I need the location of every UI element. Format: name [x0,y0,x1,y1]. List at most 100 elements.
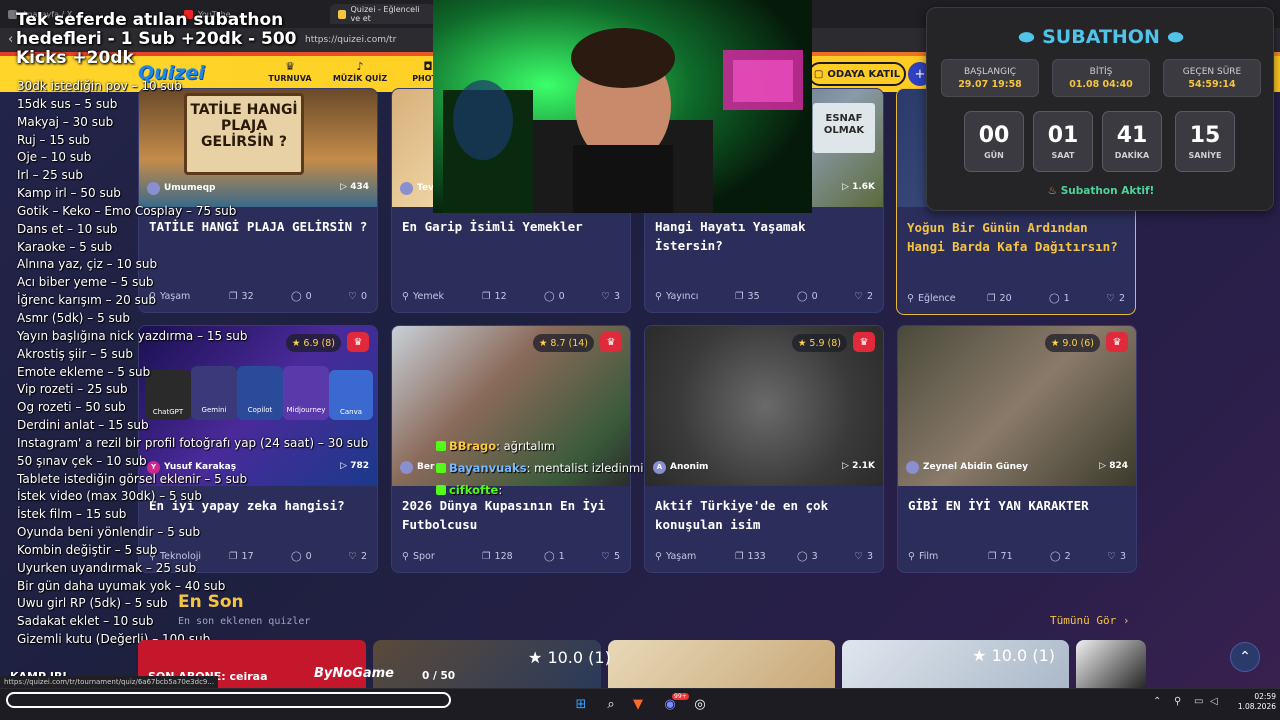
back-icon[interactable]: ‹ [8,32,13,47]
like-count[interactable]: ♡ 0 [348,291,367,302]
quizei-favicon [338,9,346,19]
status-url: https://quizei.com/tr/tournament/quiz/6a… [0,676,219,688]
view-count: ▷ 2.1K [842,461,875,471]
see-all-link[interactable]: Tümünü Gör › [1050,614,1129,627]
volume-icon[interactable]: ◁ [1210,696,1218,707]
views-value: 1.6K [852,182,875,192]
goal-item: Kombin değiştir – 5 sub [17,542,158,557]
quiz-title: Yoğun Bir Günün Ardından Hangi Barda Kaf… [907,220,1118,254]
latest-quiz-card[interactable] [608,640,835,690]
mic-icon[interactable]: ⚲ [1174,696,1181,707]
countdown-unit: GÜN [984,151,1004,160]
questions-value: 35 [747,290,760,302]
crown-icon[interactable]: ♛ [347,332,369,352]
end-box: BİTİŞ 01.08 04:40 [1052,59,1150,97]
heart-icon: ♡ [348,290,357,302]
likes-value: 0 [360,290,367,302]
countdown-number: 01 [1047,123,1079,148]
latest-quiz-card[interactable] [1076,640,1146,690]
avatar [906,460,919,474]
chevron-up-icon[interactable]: ⌃ [1153,696,1161,707]
rating-value: 5.9 [809,337,825,349]
like-count[interactable]: ♡ 2 [348,551,367,562]
crown-icon[interactable]: ♛ [600,332,622,352]
start-value: 29.07 19:58 [958,79,1022,90]
goal-item: Yayın başlığına nick yazdırma – 15 sub [17,328,248,343]
view-count: ▷ 824 [1099,461,1128,471]
subathon-title: ⬬ SUBATHON ⬬ [927,26,1275,48]
quiz-card[interactable]: ★ 9.0 (6) ♛ Zeynel Abidin Güney ▷ 824 Gİ… [897,325,1137,573]
search-icon[interactable]: ⌕ [601,694,621,714]
goal-item: 30dk istediğin pov – 10 sub [17,79,182,93]
comments-value: 0 [558,290,565,302]
goal-item: Tablete istediğin görsel eklenir – 5 sub [17,471,248,486]
chevron-up-icon: ⌃ [1239,649,1251,665]
countdown-seconds: 15 SANİYE [1175,111,1235,172]
rating-count: (1) [588,648,611,667]
goal-item: İstek video (max 30dk) – 5 sub [17,489,202,504]
comments-value: 0 [811,290,818,302]
question-count: ❐ 71 [988,551,1050,562]
gamepad-icon: ⬬ [1167,27,1184,48]
scroll-top-button[interactable]: ⌃ [1230,642,1260,672]
brave-browser-icon[interactable]: ▼ [628,694,648,714]
browser-tab-quizei[interactable]: Quizei - Eğlenceli ve et [330,4,435,24]
rating-badge: ★ 8.7 (14) [532,334,594,352]
category-label: Eğlence [917,292,956,304]
questions-value: 20 [999,292,1012,304]
url-field[interactable]: https://quizei.com/tr [298,31,438,49]
like-count[interactable]: ♡ 5 [601,551,620,562]
goal-item: Alnına yaz, çiz – 10 sub [17,257,158,272]
heart-icon: ♡ [1106,292,1115,304]
heart-icon: ♡ [348,550,357,562]
chat-username[interactable]: Bayanvuaks [449,461,527,475]
clock[interactable]: 02:59 1.08.2026 [1226,692,1276,712]
comments-value: 2 [1064,550,1071,562]
chat-overlay: BBrago: ağrıtalım Bayanvuaks: mentalist i… [436,435,643,501]
quiz-title: En Garip İsimli Yemekler [402,219,583,234]
latest-quiz-card[interactable]: ★ 10.0 (1) [842,640,1069,690]
author-name: Tev [417,183,434,193]
views-value: 2.1K [852,461,875,471]
heart-icon: ♡ [601,290,610,302]
questions-value: 133 [747,550,766,562]
goal-item: Gotik – Keko – Emo Cosplay – 75 sub [17,203,237,218]
like-count[interactable]: ♡ 2 [1106,293,1125,304]
join-room-button[interactable]: ▢ ODAYA KATIL [808,62,906,86]
status-text: Subathon Aktif! [1060,185,1155,197]
comment-icon: ◯ [797,550,808,562]
quiz-author: Ber [400,458,434,476]
comment-count: ◯ 0 [797,291,853,302]
end-value: 01.08 04:40 [1069,79,1133,90]
start-label: BAŞLANGIÇ [963,67,1017,77]
windows-start-icon[interactable]: ⊞ [571,694,591,714]
chat-username[interactable]: BBrago [449,439,496,453]
likes-value: 3 [1119,550,1126,562]
crown-icon[interactable]: ♛ [853,332,875,352]
like-count[interactable]: ♡ 3 [601,291,620,302]
goal-item: İğrenc karışım – 20 sub [17,293,157,308]
comment-count: ◯ 1 [1049,293,1105,304]
goal-item: Makyaj – 30 sub [17,114,114,129]
question-count: ❐ 35 [735,291,797,302]
heart-icon: ♡ [601,550,610,562]
chat-message: cifkofte: [436,479,636,501]
screen: Anasayfa / X YouTube Quizei - Eğlenceli … [0,0,1280,720]
webcam-scene [433,0,812,213]
quiz-meta: ⚲ Spor ❐ 128 ◯ 1 ♡ 5 [402,549,620,563]
quiz-card[interactable]: ★ 5.9 (8) ♛ A Anonim ▷ 2.1K Aktif Türkiye… [644,325,884,573]
quiz-author: A Anonim [653,458,708,476]
like-count[interactable]: ♡ 2 [854,291,873,302]
goal-item: 50 şınav çek – 10 sub [17,453,147,468]
kick-badge-icon [436,485,446,495]
goal-item: Instagram' a rezil bir profil fotoğrafı … [17,435,369,450]
quiz-meta: ⚲ Eğlence ❐ 20 ◯ 1 ♡ 2 [907,291,1125,305]
network-icon[interactable]: ▭ [1194,696,1203,707]
obs-icon[interactable]: ◎ [690,694,710,714]
kick-badge-icon [436,441,446,451]
chat-message: Bayanvuaks: mentalist izledinmi [436,457,643,479]
like-count[interactable]: ♡ 3 [854,551,873,562]
crown-icon[interactable]: ♛ [1106,332,1128,352]
like-count[interactable]: ♡ 3 [1107,551,1126,562]
chat-username[interactable]: cifkofte [449,483,498,497]
